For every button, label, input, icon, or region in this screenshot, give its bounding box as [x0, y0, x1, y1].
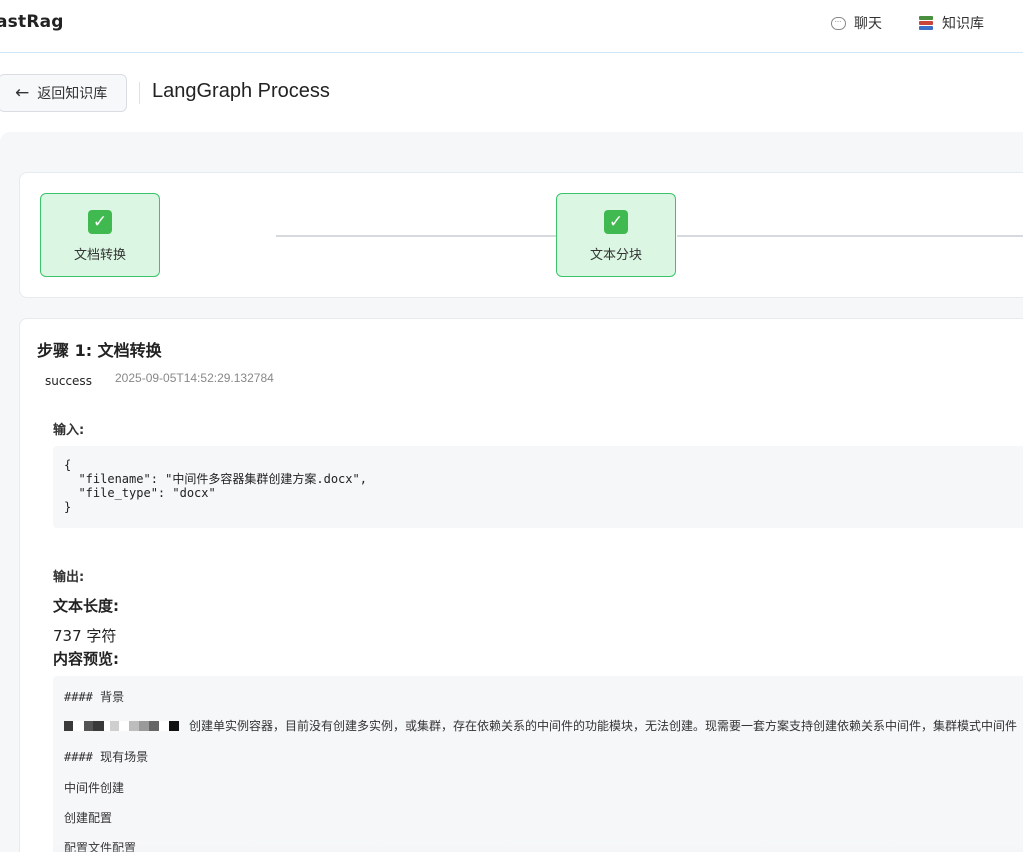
output-label: 输出:	[53, 570, 85, 585]
timestamp: 2025-09-05T14:52:29.132784	[115, 371, 274, 385]
preview-line: 创建单实例容器，目前没有创建多实例，或集群，存在依赖关系的中间件的功能模块，无法…	[64, 717, 1017, 734]
nav-chat-label: 聊天	[854, 16, 882, 32]
redacted-image-placeholder	[64, 720, 179, 731]
preview-line-text: 创建单实例容器，目前没有创建多实例，或集群，存在依赖关系的中间件的功能模块，无法…	[189, 719, 1018, 733]
preview-line: 中间件创建	[64, 781, 125, 795]
nav-knowledge-base-label: 知识库	[942, 16, 984, 32]
app-brand[interactable]: astRag	[0, 12, 64, 32]
preview-fade	[53, 846, 1023, 852]
step-detail-card: 步骤 1: 文档转换 success 2025-09-05T14:52:29.1…	[19, 318, 1023, 852]
content-preview-block: #### 背景 创建单实例容器，目前没有创建多实例，或集群，存在依赖关系的中间件…	[53, 676, 1023, 852]
step-document-conversion[interactable]: ✓ 文档转换	[40, 193, 160, 277]
step-label: 文档转换	[73, 248, 126, 263]
arrow-left-icon: ←	[15, 83, 30, 103]
check-icon: ✓	[88, 210, 112, 234]
content-preview-heading: 内容预览:	[53, 650, 119, 668]
step-label: 文本分块	[589, 248, 642, 263]
input-label: 输入:	[53, 423, 85, 438]
nav-chat[interactable]: ··· 聊天	[830, 13, 882, 33]
top-bar: astRag ··· 聊天 知识库	[0, 0, 1023, 53]
input-json-block: { "filename": "中间件多容器集群创建方案.docx", "file…	[53, 446, 1023, 528]
nav-knowledge-base[interactable]: 知识库	[918, 13, 984, 33]
chat-bubble-icon: ···	[830, 15, 846, 31]
back-to-knowledge-base-button[interactable]: ← 返回知识库	[0, 74, 127, 112]
books-icon	[918, 15, 934, 31]
step-connector	[276, 235, 556, 237]
preview-line: 创建配置	[64, 811, 113, 825]
check-icon: ✓	[604, 210, 628, 234]
step-connector	[677, 235, 1023, 237]
step-heading: 步骤 1: 文档转换	[37, 341, 162, 360]
text-length-heading: 文本长度:	[53, 597, 119, 615]
status-badge: success	[45, 374, 92, 388]
step-text-chunking[interactable]: ✓ 文本分块	[556, 193, 676, 277]
page-title: LangGraph Process	[152, 80, 330, 102]
preview-line: #### 现有场景	[64, 750, 149, 764]
header-divider	[139, 82, 140, 104]
process-steps-card: ✓ 文档转换 ✓ 文本分块	[19, 172, 1023, 298]
text-length-value: 737 字符	[53, 627, 117, 645]
preview-line: #### 背景	[64, 690, 125, 704]
back-button-label: 返回知识库	[37, 86, 108, 102]
